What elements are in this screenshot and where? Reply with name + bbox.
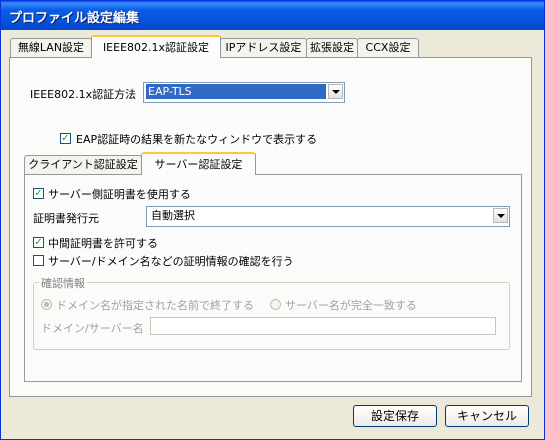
allow-intermediate-checkbox[interactable] [33,237,44,248]
domain-server-label: ドメイン/サーバー名 [41,322,144,335]
title-bar[interactable]: プロファイル設定編集 [1,1,544,30]
chevron-down-icon[interactable] [328,84,343,99]
eap-window-checkbox[interactable] [60,133,71,144]
chevron-down-icon[interactable] [493,208,508,223]
tab-wireless-lan[interactable]: 無線LAN設定 [10,38,92,57]
tab-ieee8021x[interactable]: IEEE802.1x認証設定 [91,35,221,58]
verify-info-group [33,282,510,350]
server-auth-panel: サーバー側証明書を使用する 証明書発行元 自動選択 中間証明書を許可する サーバ… [24,174,522,382]
ieee8021x-panel: IEEE802.1x認証方法 EAP-TLS EAP認証時の結果を新たなウィンド… [9,57,532,397]
tab-advanced[interactable]: 拡張設定 [306,38,358,57]
auth-method-value: EAP-TLS [146,84,326,99]
verify-checkbox[interactable] [33,255,44,266]
auth-method-combo[interactable]: EAP-TLS [143,82,345,103]
radio-server-exact-label: サーバー名が完全一致する [285,299,417,312]
issuer-label: 証明書発行元 [33,212,99,225]
issuer-combo[interactable]: 自動選択 [146,206,510,227]
tab-client-auth[interactable]: クライアント認証設定 [24,155,142,174]
allow-intermediate-label: 中間証明書を許可する [48,237,158,250]
tab-ccx[interactable]: CCX設定 [357,38,419,57]
tab-server-auth[interactable]: サーバー認証設定 [141,152,256,175]
verify-label: サーバー/ドメイン名などの証明情報の確認を行う [48,255,294,268]
radio-domain-suffix-label: ドメイン名が指定された名前で終了する [56,299,254,312]
tab-ip-address[interactable]: IPアドレス設定 [220,38,307,57]
auth-method-label: IEEE802.1x認証方法 [30,88,137,101]
use-server-cert-checkbox[interactable] [33,188,44,199]
verify-info-group-title: 確認情報 [39,275,87,291]
window-title: プロファイル設定編集 [9,11,140,26]
domain-server-input[interactable] [150,317,496,335]
save-button[interactable]: 設定保存 [353,405,437,427]
use-server-cert-label: サーバー側証明書を使用する [48,188,191,201]
issuer-value: 自動選択 [151,209,195,222]
radio-server-exact[interactable] [270,299,281,310]
radio-domain-suffix[interactable] [41,299,52,310]
cancel-button[interactable]: キャンセル [445,405,529,427]
profile-settings-window: プロファイル設定編集 無線LAN設定 IEEE802.1x認証設定 IPアドレス… [0,0,545,440]
eap-window-label: EAP認証時の結果を新たなウィンドウで表示する [76,133,318,146]
